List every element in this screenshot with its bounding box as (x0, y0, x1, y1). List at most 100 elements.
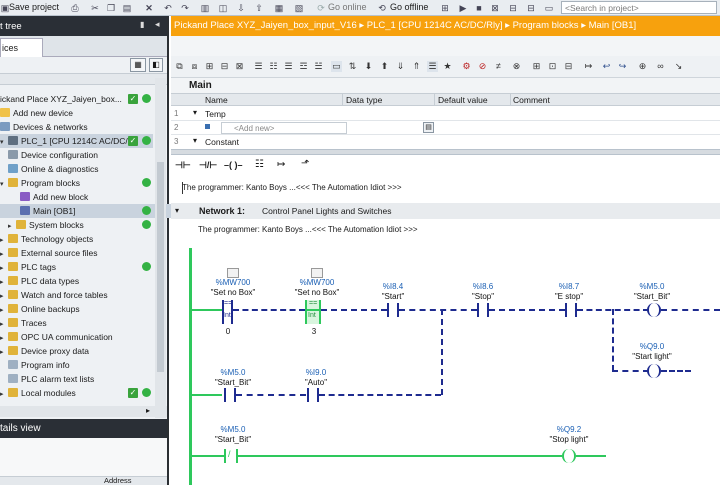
tree-item-device-configuration[interactable]: Device configuration (0, 148, 161, 162)
tree-item-device-proxy-data[interactable]: ▸ Device proxy data (0, 344, 153, 358)
expand-arrow-icon[interactable]: ▸ (0, 234, 8, 246)
print-icon[interactable]: ⎙ (70, 3, 80, 13)
contact-auto[interactable] (307, 388, 319, 402)
collapse-icon[interactable]: ◂ (155, 19, 160, 30)
operand-name[interactable]: "Start" (371, 292, 415, 301)
expand-arrow-icon[interactable]: ▸ (0, 290, 8, 302)
breadcrumb-main-ob1[interactable]: Main [OB1] (589, 20, 637, 31)
nc-contact-start-bit[interactable]: / (224, 449, 238, 463)
zoom-icon[interactable]: ⊕ (637, 61, 648, 72)
tree-item-opc-ua[interactable]: ▸ OPC UA communication (0, 330, 153, 344)
details-view-header[interactable]: tails view (0, 419, 167, 438)
tree-item-add-new-block[interactable]: Add new block (0, 190, 173, 204)
operand-name[interactable]: "Set no Box" (199, 288, 267, 297)
compare-contact-2[interactable]: == Int (305, 300, 321, 324)
stop-cpu-icon[interactable]: ■ (474, 3, 484, 13)
contact-e-stop[interactable] (565, 303, 577, 317)
compare-constant[interactable]: 0 (219, 327, 237, 336)
upload-icon[interactable]: ⇧ (254, 3, 264, 13)
network-comment-area[interactable]: The programmer: Kanto Boys ...<<< The Au… (171, 222, 720, 238)
layout-icon[interactable]: ◧ (149, 58, 163, 72)
expand-arrow-icon[interactable]: ▸ (8, 220, 16, 232)
expand-arrow-icon[interactable]: ▸ (0, 276, 8, 288)
go-online-icon[interactable]: ⟳ (316, 3, 326, 13)
cut-icon[interactable]: ✂ (90, 3, 100, 13)
tree-scrollbar-thumb[interactable] (157, 162, 164, 372)
expand-arrow-icon[interactable]: ▸ (0, 388, 8, 400)
contact-start-bit[interactable] (224, 388, 236, 402)
network-comments-icon[interactable]: ☰ (283, 61, 294, 72)
expand-arrow-icon[interactable]: ▸ (0, 262, 8, 274)
close-branch-icon[interactable]: ⬏ (301, 158, 309, 169)
tree-item-online-diagnostics[interactable]: Online & diagnostics (0, 162, 161, 176)
monitor-off-icon[interactable]: ⊘ (477, 61, 488, 72)
jump-next-icon[interactable]: ↪ (617, 61, 628, 72)
operand-address[interactable]: %I8.4 (371, 282, 415, 291)
tree-item-technology-objects[interactable]: ▸ Technology objects (0, 232, 153, 246)
reset-start-values-icon[interactable]: ⊠ (234, 61, 245, 72)
coil-icon[interactable]: –( )– (224, 160, 243, 170)
col-comment[interactable]: Comment (513, 95, 550, 105)
tree-scrollbar[interactable] (155, 78, 166, 418)
collapse-all-icon[interactable]: ☱ (313, 61, 324, 72)
interface-row[interactable]: 3 ▾ Constant (171, 135, 720, 149)
overview-grid-icon[interactable]: ▦ (130, 58, 146, 72)
expand-arrow-icon[interactable]: ▸ (0, 248, 8, 260)
operand-name[interactable]: "Start_Bit" (623, 292, 681, 301)
accessible-devices-icon[interactable]: ⊞ (440, 3, 450, 13)
col-default-value[interactable]: Default value (438, 95, 488, 105)
interface-row[interactable]: 1 ▾ Temp (171, 107, 720, 121)
open-branch-icon[interactable]: ↦ (277, 159, 285, 170)
operand-address[interactable]: %MW700 (293, 278, 341, 287)
delete-network-icon[interactable]: ⧈ (189, 61, 200, 72)
absolute-operands-icon[interactable]: ☰ (253, 61, 264, 72)
monitor-icon[interactable]: ▧ (294, 3, 304, 13)
splitter[interactable] (171, 149, 720, 155)
tree-item-plc-tags[interactable]: ▸ PLC tags (0, 260, 153, 274)
data-type-picker-icon[interactable]: ▤ (423, 122, 434, 133)
operand-address[interactable]: %M5.0 (627, 282, 677, 291)
operand-address[interactable]: %M5.0 (211, 425, 255, 434)
operand-name[interactable]: "Start_Bit" (203, 378, 263, 387)
expand-arrow-icon[interactable]: ▸ (0, 332, 8, 344)
redo-icon[interactable]: ↷ (180, 3, 190, 13)
operand-address[interactable]: %I8.6 (461, 282, 505, 291)
contact-stop[interactable] (477, 303, 489, 317)
tree-item-online-backups[interactable]: ▸ Online backups (0, 302, 153, 316)
list-view-icon[interactable]: ☰ (427, 61, 438, 72)
copy-icon[interactable]: ❐ (106, 3, 116, 13)
operand-name[interactable]: "Stop light" (535, 435, 603, 444)
operand-address[interactable]: %I9.0 (294, 368, 338, 377)
network-collapse-icon[interactable]: ▾ (175, 206, 179, 215)
operand-address[interactable]: %M5.0 (211, 368, 255, 377)
operand-address[interactable]: %Q9.2 (547, 425, 591, 434)
tree-item-devices-networks[interactable]: Devices & networks (0, 120, 153, 134)
operand-address[interactable]: %MW700 (209, 278, 257, 287)
delete-icon[interactable]: ✕ (144, 3, 154, 13)
search-box[interactable]: <Search in project> (561, 1, 717, 14)
operand-name[interactable]: "Start light" (621, 352, 683, 361)
expand-arrow-icon[interactable]: ▸ (0, 318, 8, 330)
interface-row[interactable]: 2 <Add new> ▤ (171, 121, 720, 135)
network-overview-icon[interactable]: ☷ (268, 61, 279, 72)
move-up-icon[interactable]: ⇑ (411, 61, 422, 72)
tree-item-program-blocks[interactable]: ▾ Program blocks (0, 176, 153, 190)
tree-hscrollbar[interactable]: ▸ (0, 406, 167, 417)
block-comment-area[interactable]: The programmer: Kanto Boys ...<<< The Au… (171, 179, 720, 198)
paste-icon[interactable]: ▤ (122, 3, 132, 13)
split-vertical-icon[interactable]: ⊟ (526, 3, 536, 13)
tree-item-watch-force-tables[interactable]: ▸ Watch and force tables (0, 288, 153, 302)
add-new-field[interactable]: <Add new> (221, 122, 347, 134)
contact-start[interactable] (387, 303, 399, 317)
go-down-icon[interactable]: ⬇ (363, 61, 374, 72)
row-expand-icon[interactable]: ▾ (193, 108, 197, 117)
breakpoint-icon[interactable]: ⊡ (547, 61, 558, 72)
network-header[interactable]: ▾ Network 1: Control Panel Lights and Sw… (171, 203, 720, 219)
expand-arrow-icon[interactable]: ▾ (0, 136, 8, 148)
arrow-icon[interactable]: ↘ (673, 61, 684, 72)
breadcrumb-plc[interactable]: PLC_1 [CPU 1214C AC/DC/Rly] (367, 20, 503, 31)
sort-icon[interactable]: ⇅ (347, 61, 358, 72)
go-to-icon[interactable]: ↦ (583, 61, 594, 72)
nc-contact-icon[interactable]: ⊣/⊢ (199, 160, 217, 171)
tree-item-traces[interactable]: ▸ Traces (0, 316, 153, 330)
